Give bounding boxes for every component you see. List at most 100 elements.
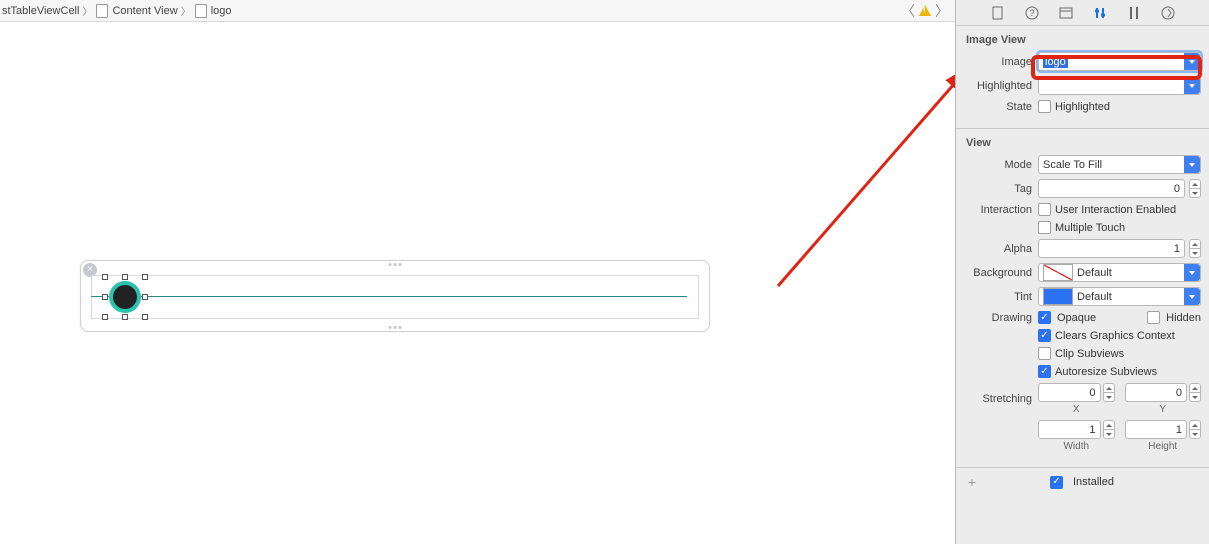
tag-field[interactable]: 0	[1038, 179, 1185, 198]
selected-image-view[interactable]	[105, 277, 145, 317]
chevron-right-icon: 〉	[181, 3, 191, 18]
tag-stepper[interactable]	[1189, 179, 1201, 198]
resize-handle[interactable]	[142, 314, 148, 320]
chevron-down-icon[interactable]	[1184, 288, 1200, 305]
alpha-field[interactable]: 1	[1038, 239, 1185, 258]
resize-grip-top[interactable]	[389, 263, 402, 266]
stretch-y-sublabel: Y	[1159, 404, 1166, 415]
clip-subviews-checkbox[interactable]	[1038, 347, 1051, 360]
inspector-tabs: ?	[956, 0, 1209, 26]
autoresize-checkbox[interactable]	[1038, 365, 1051, 378]
user-interaction-checkbox[interactable]	[1038, 203, 1051, 216]
chevron-down-icon[interactable]	[1184, 264, 1200, 281]
resize-handle[interactable]	[102, 294, 108, 300]
chevron-down-icon[interactable]	[1184, 77, 1200, 94]
mode-label: Mode	[964, 159, 1038, 171]
content-view[interactable]	[91, 275, 699, 319]
resize-handle[interactable]	[102, 314, 108, 320]
attributes-inspector-tab[interactable]	[1092, 5, 1108, 21]
stretch-height-sublabel: Height	[1148, 441, 1177, 452]
jump-bar-controls: 〈 〉	[901, 1, 949, 21]
svg-text:?: ?	[1029, 8, 1034, 18]
state-highlighted-label: Highlighted	[1055, 101, 1110, 113]
quick-help-tab[interactable]: ?	[1024, 5, 1040, 21]
section-title: Image View	[964, 30, 1201, 52]
opaque-label: Opaque	[1057, 312, 1096, 324]
back-button[interactable]: 〈	[901, 1, 915, 21]
resize-grip-bottom[interactable]	[389, 326, 402, 329]
interaction-label: Interaction	[964, 204, 1038, 216]
resize-handle[interactable]	[102, 274, 108, 280]
multiple-touch-checkbox[interactable]	[1038, 221, 1051, 234]
breadcrumb[interactable]: stTableViewCell 〉 Content View 〉 logo	[0, 3, 231, 18]
section-title: View	[964, 133, 1201, 155]
tag-label: Tag	[964, 183, 1038, 195]
image-label: Image	[964, 56, 1038, 68]
connections-inspector-tab[interactable]	[1160, 5, 1176, 21]
tint-combobox[interactable]: Default	[1038, 287, 1201, 306]
installed-checkbox[interactable]	[1050, 476, 1063, 489]
resize-handle[interactable]	[142, 274, 148, 280]
chevron-down-icon[interactable]	[1184, 53, 1200, 70]
chevron-right-icon: 〉	[82, 3, 92, 18]
background-label: Background	[964, 267, 1038, 279]
image-view-icon	[194, 4, 208, 18]
highlighted-label: Highlighted	[964, 80, 1038, 92]
stretch-y-stepper[interactable]	[1189, 383, 1201, 402]
background-combobox[interactable]: Default	[1038, 263, 1201, 282]
chevron-down-icon[interactable]	[1184, 156, 1200, 173]
warning-icon[interactable]	[919, 5, 931, 16]
drawing-label: Drawing	[964, 312, 1038, 324]
breadcrumb-item[interactable]: stTableViewCell	[2, 5, 79, 17]
resize-handle[interactable]	[142, 294, 148, 300]
view-section: View Mode Scale To Fill Tag 0 Interactio…	[956, 129, 1209, 468]
add-variation-button[interactable]: +	[964, 474, 980, 490]
stretch-x-stepper[interactable]	[1103, 383, 1115, 402]
size-inspector-tab[interactable]	[1126, 5, 1142, 21]
alpha-label: Alpha	[964, 243, 1038, 255]
stretch-height-field[interactable]: 1	[1125, 420, 1188, 439]
image-combobox[interactable]: logo	[1038, 52, 1201, 71]
content-view-icon	[95, 4, 109, 18]
color-swatch[interactable]	[1043, 264, 1073, 281]
installed-label: Installed	[1073, 476, 1114, 488]
hidden-checkbox[interactable]	[1147, 311, 1160, 324]
stretch-width-sublabel: Width	[1063, 441, 1089, 452]
stretch-width-stepper[interactable]	[1103, 420, 1115, 439]
clip-subviews-label: Clip Subviews	[1055, 348, 1124, 360]
alpha-stepper[interactable]	[1189, 239, 1201, 258]
mode-combobox[interactable]: Scale To Fill	[1038, 155, 1201, 174]
table-view-cell[interactable]: ×	[80, 260, 710, 332]
breadcrumb-bar: stTableViewCell 〉 Content View 〉 logo 〈 …	[0, 0, 955, 22]
opaque-checkbox[interactable]	[1038, 311, 1051, 324]
stretch-x-sublabel: X	[1073, 404, 1080, 415]
stretching-label: Stretching	[964, 393, 1038, 405]
stretch-y-field[interactable]: 0	[1125, 383, 1188, 402]
forward-button[interactable]: 〉	[935, 1, 949, 21]
image-view-section: Image View Image logo Highlighted State	[956, 26, 1209, 129]
identity-inspector-tab[interactable]	[1058, 5, 1074, 21]
state-highlighted-checkbox[interactable]	[1038, 100, 1051, 113]
clears-graphics-checkbox[interactable]	[1038, 329, 1051, 342]
breadcrumb-item[interactable]: logo	[211, 5, 232, 17]
state-label: State	[964, 101, 1038, 113]
ib-canvas[interactable]: ×	[0, 22, 955, 544]
inspector-panel: ? Image View Image logo Highlighted	[955, 0, 1209, 544]
clears-graphics-label: Clears Graphics Context	[1055, 330, 1175, 342]
stretch-height-stepper[interactable]	[1189, 420, 1201, 439]
logo-image	[109, 281, 141, 313]
highlighted-combobox[interactable]	[1038, 76, 1201, 95]
stretch-width-field[interactable]: 1	[1038, 420, 1101, 439]
file-inspector-tab[interactable]	[990, 5, 1006, 21]
hidden-label: Hidden	[1166, 312, 1201, 324]
installed-row: + Installed	[956, 468, 1209, 496]
resize-handle[interactable]	[122, 274, 128, 280]
autoresize-label: Autoresize Subviews	[1055, 366, 1157, 378]
stretch-x-field[interactable]: 0	[1038, 383, 1101, 402]
resize-handle[interactable]	[122, 314, 128, 320]
user-interaction-label: User Interaction Enabled	[1055, 204, 1176, 216]
color-swatch[interactable]	[1043, 288, 1073, 305]
tint-label: Tint	[964, 291, 1038, 303]
layout-guide	[91, 296, 687, 297]
breadcrumb-item[interactable]: Content View	[112, 5, 177, 17]
